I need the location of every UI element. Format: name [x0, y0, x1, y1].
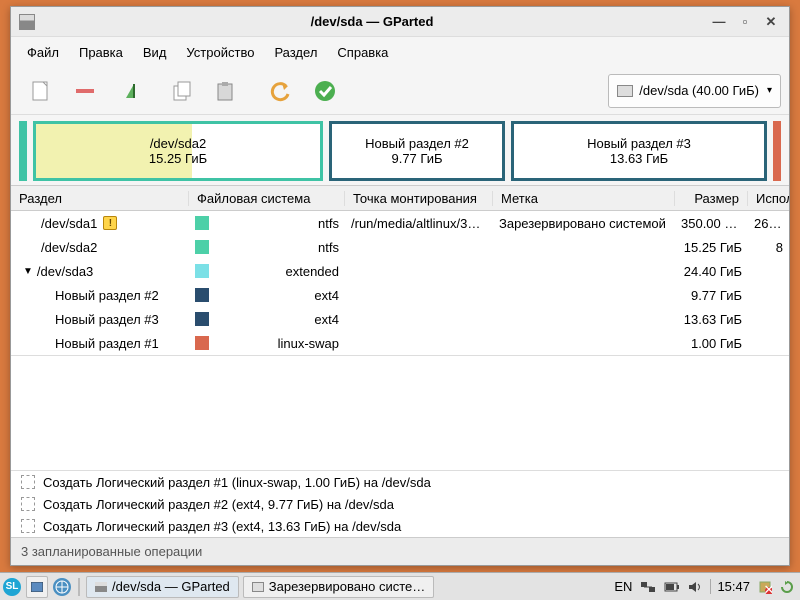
col-mount[interactable]: Точка монтирования — [345, 191, 493, 206]
column-headers: Раздел Файловая система Точка монтирован… — [11, 185, 789, 211]
table-row[interactable]: /dev/sda2 ntfs 15.25 ГиБ 8 — [11, 235, 789, 259]
table-row[interactable]: Новый раздел #1 linux-swap 1.00 ГиБ — [11, 331, 789, 355]
paste-button[interactable] — [209, 75, 241, 107]
operation-row[interactable]: Создать Логический раздел #1 (linux-swap… — [11, 471, 789, 493]
browser-launcher[interactable] — [53, 578, 71, 596]
table-row[interactable]: /dev/sda1 ! ntfs /run/media/altlinux/3… … — [11, 211, 789, 235]
partition-table: /dev/sda1 ! ntfs /run/media/altlinux/3… … — [11, 211, 789, 355]
app-icon — [95, 582, 107, 592]
device-selector[interactable]: /dev/sda (40.00 ГиБ) ▾ — [608, 74, 781, 108]
operation-icon — [21, 519, 35, 533]
separator — [78, 578, 80, 596]
fs-color-swatch — [195, 240, 209, 254]
fs-color-swatch — [195, 336, 209, 350]
device-label: /dev/sda (40.00 ГиБ) — [639, 83, 759, 98]
disk-segment-sda2[interactable]: /dev/sda2 15.25 ГиБ — [33, 121, 323, 181]
paste-icon — [214, 80, 236, 102]
fs-color-swatch — [195, 312, 209, 326]
seg-size: 13.63 ГиБ — [610, 151, 668, 166]
operation-icon — [21, 475, 35, 489]
col-partition[interactable]: Раздел — [11, 191, 189, 206]
chevron-down-icon: ▾ — [767, 85, 772, 96]
seg-size: 9.77 ГиБ — [391, 151, 442, 166]
keyboard-layout[interactable]: EN — [614, 579, 632, 594]
update-icon[interactable]: ✕ — [758, 580, 772, 594]
disk-graphic: /dev/sda2 15.25 ГиБ Новый раздел #2 9.77… — [19, 121, 781, 181]
fs-color-swatch — [195, 288, 209, 302]
battery-icon[interactable] — [664, 582, 680, 592]
menu-edit[interactable]: Правка — [69, 41, 133, 64]
new-partition-button[interactable] — [25, 75, 57, 107]
delete-partition-button[interactable] — [69, 75, 101, 107]
app-icon — [19, 14, 35, 30]
seg-label: Новый раздел #2 — [365, 136, 469, 151]
statusbar: 3 запланированные операции — [11, 537, 789, 565]
operation-icon — [21, 497, 35, 511]
col-filesystem[interactable]: Файловая система — [189, 191, 345, 206]
resize-arrow-icon — [122, 80, 144, 102]
maximize-button[interactable]: ▫ — [735, 12, 755, 32]
disk-segment-new2[interactable]: Новый раздел #2 9.77 ГиБ — [329, 121, 505, 181]
table-row[interactable]: Новый раздел #2 ext4 9.77 ГиБ — [11, 283, 789, 307]
col-used[interactable]: Использо — [748, 191, 789, 206]
fs-color-swatch — [195, 216, 209, 230]
seg-size: 15.25 ГиБ — [149, 151, 207, 166]
menu-partition[interactable]: Раздел — [264, 41, 327, 64]
disk-segment-swap[interactable] — [773, 121, 781, 181]
operation-row[interactable]: Создать Логический раздел #3 (ext4, 13.6… — [11, 515, 789, 537]
app-window: /dev/sda — GParted — ▫ ✕ Файл Правка Вид… — [10, 6, 790, 566]
minimize-button[interactable]: — — [709, 12, 729, 32]
toolbar: /dev/sda (40.00 ГиБ) ▾ — [11, 67, 789, 115]
copy-button[interactable] — [165, 75, 197, 107]
menu-file[interactable]: Файл — [17, 41, 69, 64]
document-new-icon — [30, 80, 52, 102]
disk-segment-new3[interactable]: Новый раздел #3 13.63 ГиБ — [511, 121, 767, 181]
copy-icon — [170, 80, 192, 102]
apply-button[interactable] — [309, 75, 341, 107]
window-title: /dev/sda — GParted — [41, 14, 703, 29]
col-size[interactable]: Размер — [675, 191, 748, 206]
desktop-icon — [31, 582, 43, 592]
delete-icon — [74, 87, 96, 95]
apply-check-icon — [314, 80, 336, 102]
seg-label: /dev/sda2 — [149, 136, 207, 151]
harddisk-icon — [617, 85, 633, 97]
taskbar-app-reserved[interactable]: Зарезервировано систе… — [243, 576, 434, 598]
start-menu-button[interactable]: SL — [3, 578, 21, 596]
table-row[interactable]: Новый раздел #3 ext4 13.63 ГиБ — [11, 307, 789, 331]
empty-area — [11, 355, 789, 470]
network-icon[interactable] — [640, 581, 656, 593]
titlebar: /dev/sda — GParted — ▫ ✕ — [11, 7, 789, 37]
menu-help[interactable]: Справка — [327, 41, 398, 64]
volume-icon[interactable] — [688, 581, 702, 593]
refresh-icon[interactable] — [780, 580, 794, 594]
table-row[interactable]: ▼ /dev/sda3 extended 24.40 ГиБ — [11, 259, 789, 283]
taskbar-app-gparted[interactable]: /dev/sda — GParted — [86, 576, 239, 598]
warning-icon: ! — [103, 216, 117, 230]
folder-icon — [252, 582, 264, 592]
menu-view[interactable]: Вид — [133, 41, 177, 64]
svg-text:✕: ✕ — [764, 582, 772, 594]
operation-row[interactable]: Создать Логический раздел #2 (ext4, 9.77… — [11, 493, 789, 515]
menu-device[interactable]: Устройство — [176, 41, 264, 64]
status-text: 3 запланированные операции — [21, 544, 202, 559]
expander-icon[interactable]: ▼ — [23, 266, 33, 277]
undo-icon — [270, 80, 292, 102]
fs-color-swatch — [195, 264, 209, 278]
close-button[interactable]: ✕ — [761, 12, 781, 32]
col-label[interactable]: Метка — [493, 191, 675, 206]
globe-icon — [55, 580, 69, 594]
clock[interactable]: 15:47 — [710, 579, 750, 594]
show-desktop-button[interactable] — [26, 576, 48, 598]
menubar: Файл Правка Вид Устройство Раздел Справк… — [11, 37, 789, 67]
system-tray: EN 15:47 ✕ — [614, 579, 800, 594]
pending-operations-list: Создать Логический раздел #1 (linux-swap… — [11, 470, 789, 537]
undo-button[interactable] — [265, 75, 297, 107]
disk-segment-sda1[interactable] — [19, 121, 27, 181]
resize-move-button[interactable] — [117, 75, 149, 107]
seg-label: Новый раздел #3 — [587, 136, 691, 151]
desktop-taskbar: SL /dev/sda — GParted Зарезервировано си… — [0, 572, 800, 600]
